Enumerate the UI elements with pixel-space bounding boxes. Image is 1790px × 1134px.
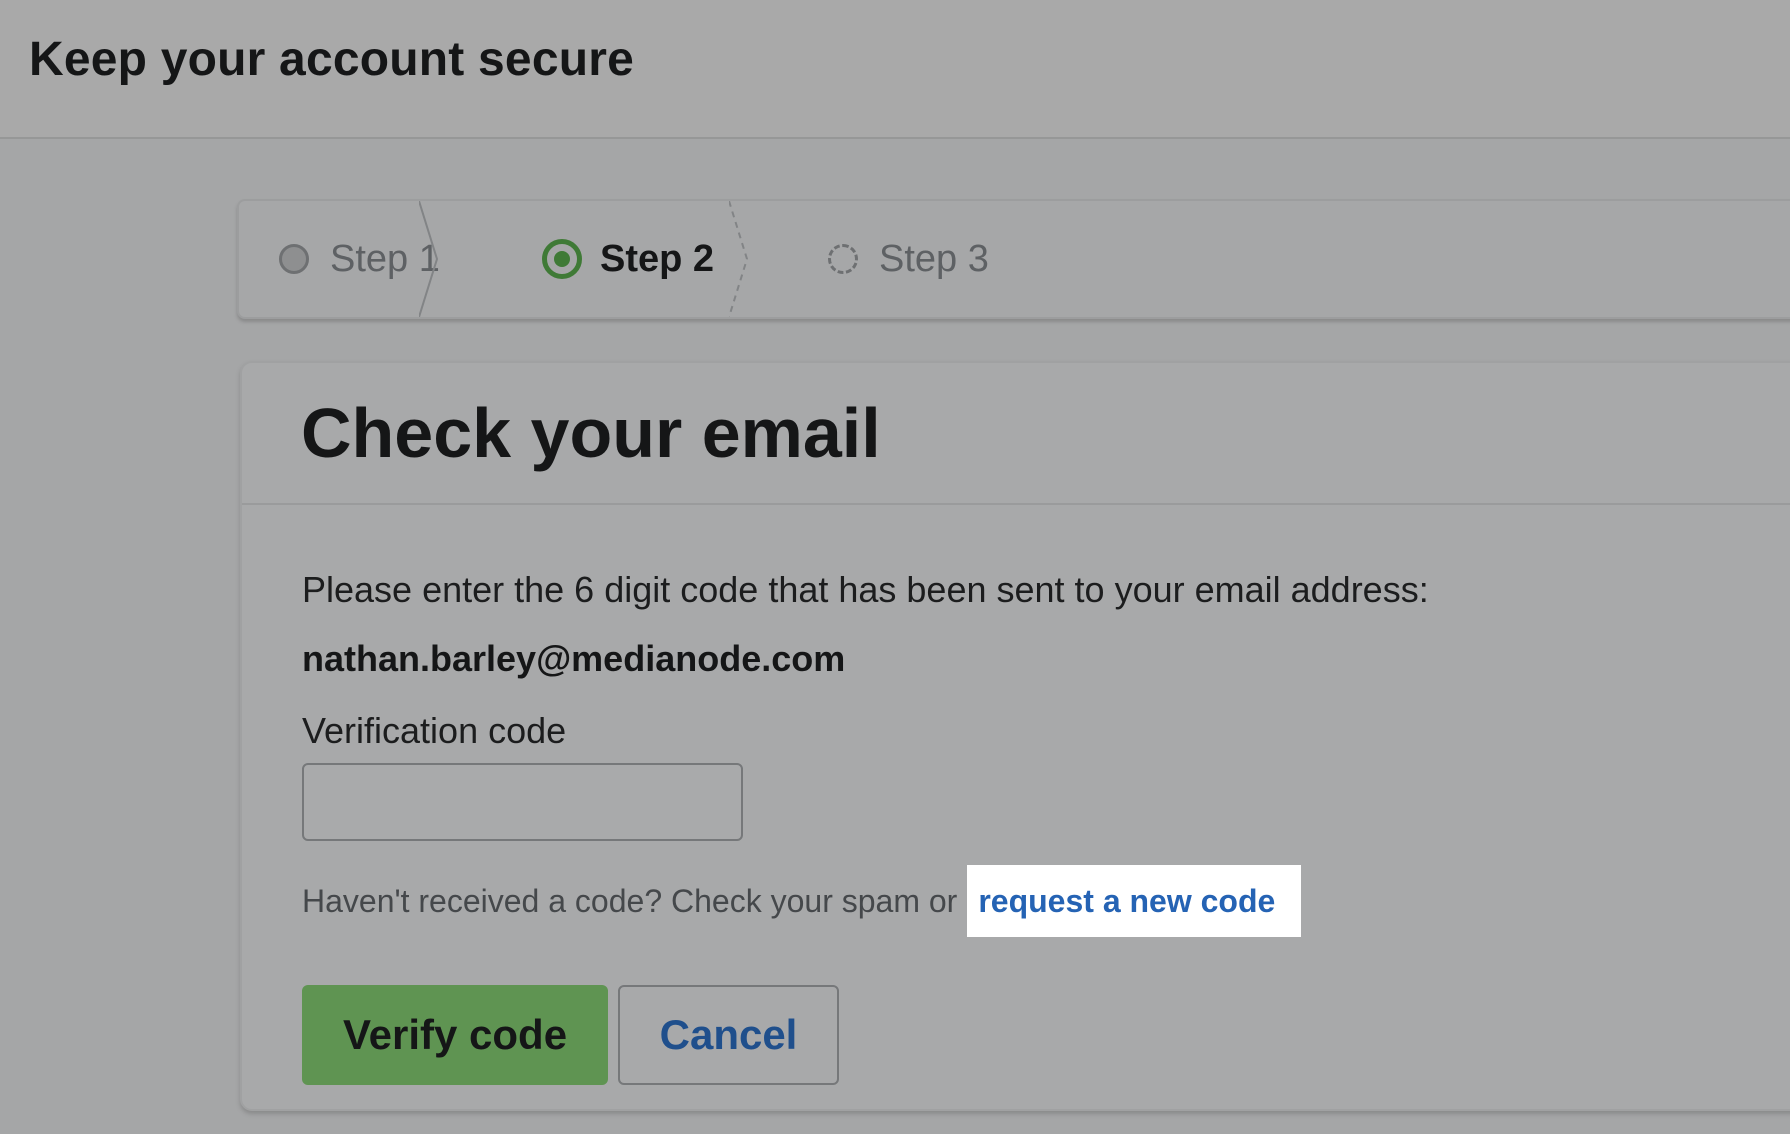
step-2: Step 2 <box>542 201 714 317</box>
instruction-text: Please enter the 6 digit code that has b… <box>302 569 1429 610</box>
request-new-code-link[interactable]: request a new code <box>967 865 1302 937</box>
step-3-label: Step 3 <box>879 237 989 280</box>
cancel-button[interactable]: Cancel <box>618 985 839 1085</box>
verify-code-button[interactable]: Verify code <box>302 985 608 1085</box>
card-title: Check your email <box>301 394 881 472</box>
step-2-label: Step 2 <box>600 237 715 280</box>
email-address: nathan.barley@medianode.com <box>302 638 846 679</box>
verification-code-input[interactable] <box>302 763 743 841</box>
step-complete-icon <box>279 244 309 274</box>
resend-hint-text: Haven't received a code? Check your spam… <box>302 882 958 919</box>
step-separator-dashed-chevron-icon <box>729 201 749 317</box>
resend-hint: Haven't received a code? Check your spam… <box>302 865 1302 937</box>
step-upcoming-icon <box>828 244 858 274</box>
step-current-icon <box>542 239 582 279</box>
card-header: Check your email <box>242 363 1790 505</box>
page-title: Keep your account secure <box>29 33 635 86</box>
top-header: Keep your account secure <box>0 0 1790 139</box>
verification-card: Check your email Please enter the 6 digi… <box>240 361 1790 1111</box>
step-separator-chevron-icon <box>419 201 439 317</box>
step-1: Step 1 <box>279 201 440 317</box>
step-3: Step 3 <box>828 201 989 317</box>
verification-code-label: Verification code <box>302 710 567 751</box>
progress-stepper: Step 1 Step 2 Step 3 <box>237 199 1790 319</box>
